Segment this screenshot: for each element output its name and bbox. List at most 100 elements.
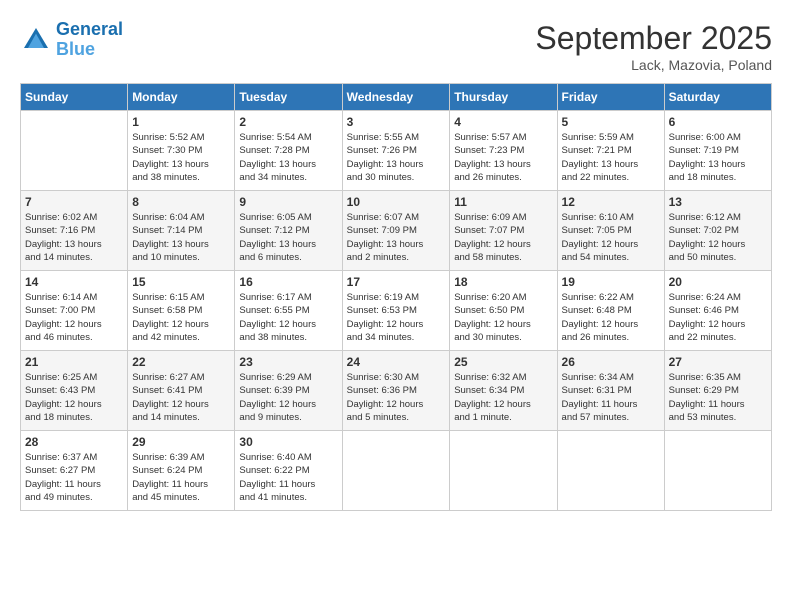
day-info: Sunrise: 6:20 AMSunset: 6:50 PMDaylight:… bbox=[454, 291, 552, 344]
day-info: Sunrise: 6:22 AMSunset: 6:48 PMDaylight:… bbox=[562, 291, 660, 344]
day-info: Sunrise: 6:07 AMSunset: 7:09 PMDaylight:… bbox=[347, 211, 446, 264]
day-info: Sunrise: 5:52 AMSunset: 7:30 PMDaylight:… bbox=[132, 131, 230, 184]
day-number: 5 bbox=[562, 115, 660, 129]
day-info: Sunrise: 6:05 AMSunset: 7:12 PMDaylight:… bbox=[239, 211, 337, 264]
weekday-header-row: SundayMondayTuesdayWednesdayThursdayFrid… bbox=[21, 84, 772, 111]
calendar-cell: 3 Sunrise: 5:55 AMSunset: 7:26 PMDaylight… bbox=[342, 111, 450, 191]
calendar-cell: 14 Sunrise: 6:14 AMSunset: 7:00 PMDayligh… bbox=[21, 271, 128, 351]
calendar-cell: 28Sunrise: 6:37 AMSunset: 6:27 PMDayligh… bbox=[21, 431, 128, 511]
day-number: 13 bbox=[669, 195, 767, 209]
day-number: 21 bbox=[25, 355, 123, 369]
weekday-header-saturday: Saturday bbox=[664, 84, 771, 111]
calendar-week-5: 28Sunrise: 6:37 AMSunset: 6:27 PMDayligh… bbox=[21, 431, 772, 511]
calendar-cell bbox=[21, 111, 128, 191]
day-info: Sunrise: 6:34 AMSunset: 6:31 PMDaylight:… bbox=[562, 371, 660, 424]
day-number: 3 bbox=[347, 115, 446, 129]
day-info: Sunrise: 5:55 AMSunset: 7:26 PMDaylight:… bbox=[347, 131, 446, 184]
calendar-cell: 13 Sunrise: 6:12 AMSunset: 7:02 PMDayligh… bbox=[664, 191, 771, 271]
day-number: 19 bbox=[562, 275, 660, 289]
title-block: September 2025 Lack, Mazovia, Poland bbox=[535, 20, 772, 73]
day-info: Sunrise: 6:00 AMSunset: 7:19 PMDaylight:… bbox=[669, 131, 767, 184]
calendar-cell: 26 Sunrise: 6:34 AMSunset: 6:31 PMDayligh… bbox=[557, 351, 664, 431]
day-info: Sunrise: 6:30 AMSunset: 6:36 PMDaylight:… bbox=[347, 371, 446, 424]
day-info: Sunrise: 6:35 AMSunset: 6:29 PMDaylight:… bbox=[669, 371, 767, 424]
day-number: 26 bbox=[562, 355, 660, 369]
logo: General Blue bbox=[20, 20, 123, 60]
day-number: 15 bbox=[132, 275, 230, 289]
day-info: Sunrise: 6:24 AMSunset: 6:46 PMDaylight:… bbox=[669, 291, 767, 344]
month-title: September 2025 bbox=[535, 20, 772, 57]
day-number: 29 bbox=[132, 435, 230, 449]
day-info: Sunrise: 6:10 AMSunset: 7:05 PMDaylight:… bbox=[562, 211, 660, 264]
day-number: 18 bbox=[454, 275, 552, 289]
day-number: 6 bbox=[669, 115, 767, 129]
calendar-cell bbox=[664, 431, 771, 511]
day-info: Sunrise: 6:12 AMSunset: 7:02 PMDaylight:… bbox=[669, 211, 767, 264]
day-info: Sunrise: 5:59 AMSunset: 7:21 PMDaylight:… bbox=[562, 131, 660, 184]
calendar-cell: 27Sunrise: 6:35 AMSunset: 6:29 PMDayligh… bbox=[664, 351, 771, 431]
calendar-cell: 20 Sunrise: 6:24 AMSunset: 6:46 PMDayligh… bbox=[664, 271, 771, 351]
calendar-cell: 25 Sunrise: 6:32 AMSunset: 6:34 PMDayligh… bbox=[450, 351, 557, 431]
day-info: Sunrise: 6:27 AMSunset: 6:41 PMDaylight:… bbox=[132, 371, 230, 424]
day-number: 30 bbox=[239, 435, 337, 449]
logo-icon bbox=[20, 24, 52, 56]
calendar-cell: 24 Sunrise: 6:30 AMSunset: 6:36 PMDayligh… bbox=[342, 351, 450, 431]
weekday-header-wednesday: Wednesday bbox=[342, 84, 450, 111]
calendar-cell: 7 Sunrise: 6:02 AMSunset: 7:16 PMDaylight… bbox=[21, 191, 128, 271]
day-number: 9 bbox=[239, 195, 337, 209]
calendar-cell: 19 Sunrise: 6:22 AMSunset: 6:48 PMDayligh… bbox=[557, 271, 664, 351]
day-info: Sunrise: 6:39 AMSunset: 6:24 PMDaylight:… bbox=[132, 451, 230, 504]
day-number: 14 bbox=[25, 275, 123, 289]
calendar-cell: 6 Sunrise: 6:00 AMSunset: 7:19 PMDaylight… bbox=[664, 111, 771, 191]
calendar-cell: 1 Sunrise: 5:52 AMSunset: 7:30 PMDaylight… bbox=[128, 111, 235, 191]
day-info: Sunrise: 6:04 AMSunset: 7:14 PMDaylight:… bbox=[132, 211, 230, 264]
day-number: 20 bbox=[669, 275, 767, 289]
day-number: 2 bbox=[239, 115, 337, 129]
day-number: 12 bbox=[562, 195, 660, 209]
day-info: Sunrise: 6:29 AMSunset: 6:39 PMDaylight:… bbox=[239, 371, 337, 424]
day-number: 4 bbox=[454, 115, 552, 129]
calendar-cell: 21 Sunrise: 6:25 AMSunset: 6:43 PMDayligh… bbox=[21, 351, 128, 431]
calendar-cell: 18 Sunrise: 6:20 AMSunset: 6:50 PMDayligh… bbox=[450, 271, 557, 351]
calendar-cell: 5 Sunrise: 5:59 AMSunset: 7:21 PMDaylight… bbox=[557, 111, 664, 191]
weekday-header-friday: Friday bbox=[557, 84, 664, 111]
calendar-cell: 4 Sunrise: 5:57 AMSunset: 7:23 PMDaylight… bbox=[450, 111, 557, 191]
day-number: 16 bbox=[239, 275, 337, 289]
day-number: 8 bbox=[132, 195, 230, 209]
location-subtitle: Lack, Mazovia, Poland bbox=[535, 57, 772, 73]
day-number: 23 bbox=[239, 355, 337, 369]
day-number: 11 bbox=[454, 195, 552, 209]
day-number: 1 bbox=[132, 115, 230, 129]
day-info: Sunrise: 6:09 AMSunset: 7:07 PMDaylight:… bbox=[454, 211, 552, 264]
calendar-cell: 17Sunrise: 6:19 AMSunset: 6:53 PMDayligh… bbox=[342, 271, 450, 351]
day-info: Sunrise: 6:14 AMSunset: 7:00 PMDaylight:… bbox=[25, 291, 123, 344]
day-number: 28 bbox=[25, 435, 123, 449]
weekday-header-monday: Monday bbox=[128, 84, 235, 111]
calendar-week-3: 14 Sunrise: 6:14 AMSunset: 7:00 PMDayligh… bbox=[21, 271, 772, 351]
day-info: Sunrise: 6:32 AMSunset: 6:34 PMDaylight:… bbox=[454, 371, 552, 424]
weekday-header-tuesday: Tuesday bbox=[235, 84, 342, 111]
weekday-header-thursday: Thursday bbox=[450, 84, 557, 111]
day-info: Sunrise: 5:57 AMSunset: 7:23 PMDaylight:… bbox=[454, 131, 552, 184]
calendar-cell: 30Sunrise: 6:40 AMSunset: 6:22 PMDayligh… bbox=[235, 431, 342, 511]
day-number: 25 bbox=[454, 355, 552, 369]
calendar-cell bbox=[557, 431, 664, 511]
calendar-cell bbox=[342, 431, 450, 511]
calendar-cell: 11 Sunrise: 6:09 AMSunset: 7:07 PMDayligh… bbox=[450, 191, 557, 271]
day-info: Sunrise: 6:25 AMSunset: 6:43 PMDaylight:… bbox=[25, 371, 123, 424]
calendar-cell: 16 Sunrise: 6:17 AMSunset: 6:55 PMDayligh… bbox=[235, 271, 342, 351]
day-info: Sunrise: 6:17 AMSunset: 6:55 PMDaylight:… bbox=[239, 291, 337, 344]
calendar-cell: 10 Sunrise: 6:07 AMSunset: 7:09 PMDayligh… bbox=[342, 191, 450, 271]
calendar-cell: 15Sunrise: 6:15 AMSunset: 6:58 PMDayligh… bbox=[128, 271, 235, 351]
calendar-cell: 2Sunrise: 5:54 AMSunset: 7:28 PMDaylight… bbox=[235, 111, 342, 191]
day-number: 7 bbox=[25, 195, 123, 209]
page-header: General Blue September 2025 Lack, Mazovi… bbox=[20, 20, 772, 73]
day-number: 24 bbox=[347, 355, 446, 369]
day-info: Sunrise: 6:02 AMSunset: 7:16 PMDaylight:… bbox=[25, 211, 123, 264]
calendar-cell: 9 Sunrise: 6:05 AMSunset: 7:12 PMDaylight… bbox=[235, 191, 342, 271]
calendar-week-1: 1 Sunrise: 5:52 AMSunset: 7:30 PMDaylight… bbox=[21, 111, 772, 191]
calendar-cell bbox=[450, 431, 557, 511]
logo-text: General Blue bbox=[56, 20, 123, 60]
day-number: 17 bbox=[347, 275, 446, 289]
day-number: 10 bbox=[347, 195, 446, 209]
